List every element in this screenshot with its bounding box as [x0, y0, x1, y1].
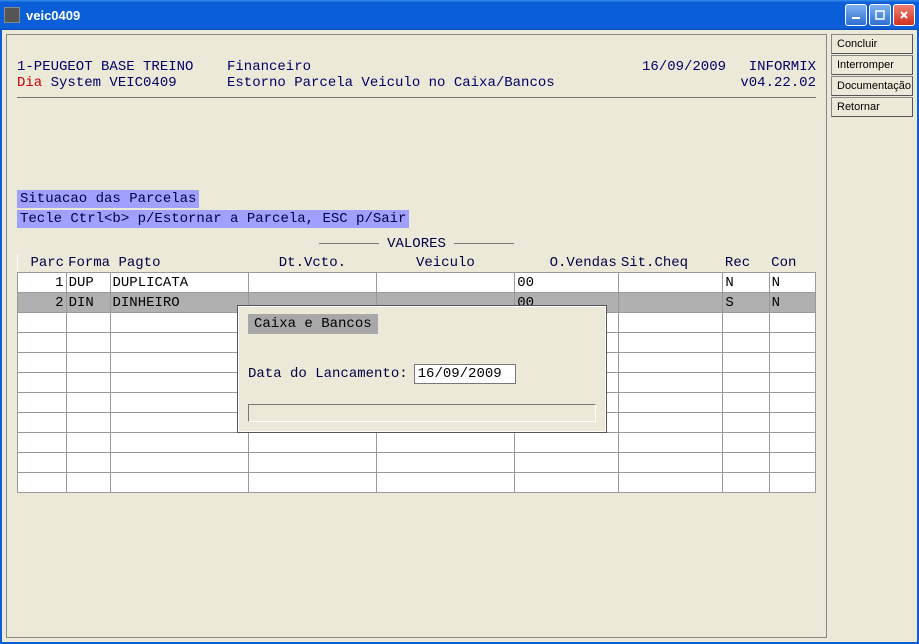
col-parc: Parc — [18, 254, 67, 273]
valores-label: VALORES — [17, 236, 816, 252]
header-version: v04.22.02 — [726, 75, 816, 91]
header-dia: Dia — [17, 75, 42, 91]
col-dtvcto: Dt.Vcto. — [249, 254, 376, 273]
data-lancamento-input[interactable] — [414, 364, 516, 384]
window-buttons — [845, 4, 915, 26]
popup-title: Caixa e Bancos — [248, 314, 378, 334]
maximize-button[interactable] — [869, 4, 891, 26]
col-con: Con — [769, 254, 815, 273]
header-line1: 1-PEUGEOT BASE TREINO Financeiro 16/09/2… — [17, 59, 816, 75]
close-button[interactable] — [893, 4, 915, 26]
table-row[interactable] — [18, 433, 816, 453]
separator — [17, 97, 816, 98]
app-body: 1-PEUGEOT BASE TREINO Financeiro 16/09/2… — [0, 30, 919, 644]
col-veiculo: Veiculo — [376, 254, 515, 273]
header-db: INFORMIX — [726, 59, 816, 75]
header-date: 16/09/2009 — [616, 59, 726, 75]
table-row[interactable]: 1DUPDUPLICATA00NN — [18, 273, 816, 293]
popup-statusbar — [248, 404, 596, 422]
table-row[interactable] — [18, 453, 816, 473]
col-sitcheq: Sit.Cheq — [619, 254, 723, 273]
content-panel: 1-PEUGEOT BASE TREINO Financeiro 16/09/2… — [6, 34, 827, 638]
interromper-button[interactable]: Interromper — [831, 55, 913, 75]
status-line-1: Situacao das Parcelas — [17, 190, 199, 208]
documentacao-button[interactable]: Documentação — [831, 76, 913, 96]
window-title: veic0409 — [26, 8, 845, 23]
header-line2: Dia System VEIC0409 Estorno Parcela Veic… — [17, 75, 816, 91]
sidebar: Concluir Interromper Documentação Retorn… — [831, 34, 913, 638]
col-rec: Rec — [723, 254, 769, 273]
header-system: System VEIC0409 — [42, 75, 176, 91]
header-module: Financeiro — [227, 59, 616, 75]
header-desc: Estorno Parcela Veiculo no Caixa/Bancos — [227, 75, 726, 91]
table-row[interactable] — [18, 473, 816, 493]
col-forma: Forma Pagto — [66, 254, 249, 273]
app-icon — [4, 7, 20, 23]
minimize-button[interactable] — [845, 4, 867, 26]
header-company: 1-PEUGEOT BASE TREINO — [17, 59, 227, 75]
concluir-button[interactable]: Concluir — [831, 34, 913, 54]
retornar-button[interactable]: Retornar — [831, 97, 913, 117]
col-ovendas: O.Vendas — [515, 254, 619, 273]
data-lancamento-label: Data do Lancamento: — [248, 366, 408, 382]
caixa-bancos-popup: Caixa e Bancos Data do Lancamento: — [237, 305, 607, 433]
status-line-2: Tecle Ctrl<b> p/Estornar a Parcela, ESC … — [17, 210, 409, 228]
titlebar: veic0409 — [0, 0, 919, 30]
